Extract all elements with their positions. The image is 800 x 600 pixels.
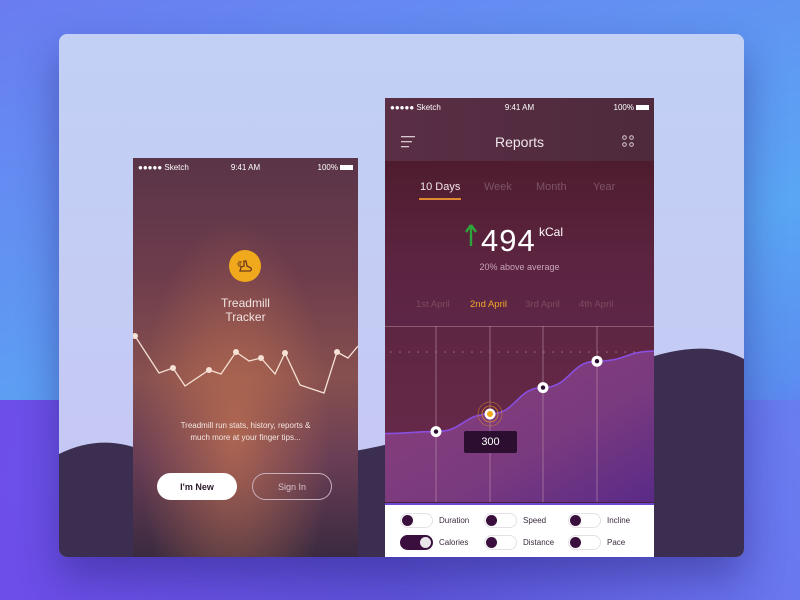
toggle-switch[interactable] <box>568 535 601 550</box>
date-1st-april[interactable]: 1st April <box>416 299 450 310</box>
chart-point-highlighted[interactable] <box>477 401 503 427</box>
date-selector: 1st April 2nd April 3rd April 4th April <box>385 299 654 313</box>
toggle-label: Duration <box>439 516 470 525</box>
decorative-line-graph <box>133 333 358 394</box>
arrow-up-icon <box>465 224 477 246</box>
tagline-line1: Treadmill run stats, history, reports & <box>180 421 311 430</box>
tagline: Treadmill run stats, history, reports & … <box>133 420 358 444</box>
chart-point[interactable] <box>537 382 549 394</box>
reports-header: ●●●●● Sketch 9:41 AM 100% Reports <box>385 98 654 161</box>
summary-panel: 10 Days Week Month Year 494 kCal 20% abo… <box>385 161 654 326</box>
toggle-pace[interactable]: Pace <box>568 535 625 550</box>
date-2nd-april[interactable]: 2nd April <box>470 299 507 310</box>
toggle-duration[interactable]: Duration <box>400 513 469 528</box>
chart-point[interactable] <box>591 355 603 367</box>
graph-point <box>133 333 138 339</box>
average-comparison: 20% above average <box>479 262 560 272</box>
status-bar: ●●●●● Sketch 9:41 AM 100% <box>133 158 358 176</box>
toggle-distance[interactable]: Distance <box>484 535 554 550</box>
page-title: Reports <box>494 134 545 150</box>
active-tab-indicator <box>419 198 461 200</box>
im-new-button[interactable]: I'm New <box>157 473 237 500</box>
date-3rd-april[interactable]: 3rd April <box>525 299 560 310</box>
tagline-line2: much more at your finger tips... <box>190 433 301 442</box>
calories-chart <box>385 326 654 502</box>
app-title-line2: Tracker <box>225 310 266 324</box>
chart-point[interactable] <box>430 426 442 438</box>
toggle-label: Calories <box>439 538 469 547</box>
grid-icon[interactable] <box>622 135 634 147</box>
app-title-line1: Treadmill <box>221 296 270 310</box>
battery-indicator: 100% <box>614 103 649 112</box>
battery-label: 100% <box>317 163 338 172</box>
running-shoe-icon <box>229 250 261 282</box>
tab-month[interactable]: Month <box>536 181 567 193</box>
battery-indicator: 100% <box>318 163 353 172</box>
graph-point <box>258 355 264 361</box>
sign-in-button[interactable]: Sign In <box>252 473 332 500</box>
toggle-label: Pace <box>607 538 626 547</box>
toggle-label: Distance <box>523 538 555 547</box>
onboarding-screen: ●●●●● Sketch 9:41 AM 100% Treadmill Trac… <box>133 158 358 557</box>
toggle-label: Speed <box>523 516 547 525</box>
toggle-calories[interactable]: Calories <box>400 535 468 550</box>
battery-icon <box>636 105 649 111</box>
graph-point <box>334 349 340 355</box>
graph-point <box>282 350 288 356</box>
graph-point <box>233 349 239 355</box>
reports-screen: ●●●●● Sketch 9:41 AM 100% Reports 10 Day… <box>385 98 654 557</box>
toggle-switch[interactable] <box>568 513 601 528</box>
date-4th-april[interactable]: 4th April <box>579 299 613 310</box>
toggle-switch[interactable] <box>400 513 433 528</box>
status-bar: ●●●●● Sketch 9:41 AM 100% <box>385 98 654 116</box>
toggle-switch[interactable] <box>484 535 517 550</box>
metric-toggles: Duration Speed Incline Calories Distance… <box>385 503 654 557</box>
toggle-switch[interactable] <box>484 513 517 528</box>
app-title: Treadmill Tracker <box>133 296 358 324</box>
battery-label: 100% <box>613 103 634 112</box>
toggle-switch[interactable] <box>400 535 433 550</box>
tab-10-days[interactable]: 10 Days <box>420 181 460 193</box>
chart-tooltip: 300 <box>464 431 517 453</box>
calories-value: 494 <box>481 223 536 258</box>
toggle-speed[interactable]: Speed <box>484 513 546 528</box>
graph-point <box>170 365 176 371</box>
graph-point <box>206 367 212 373</box>
toggle-label: Incline <box>607 516 631 525</box>
tab-year[interactable]: Year <box>593 181 615 193</box>
calories-unit: kCal <box>539 225 564 239</box>
tab-week[interactable]: Week <box>484 181 512 193</box>
toggle-incline[interactable]: Incline <box>568 513 630 528</box>
battery-icon <box>340 165 353 171</box>
